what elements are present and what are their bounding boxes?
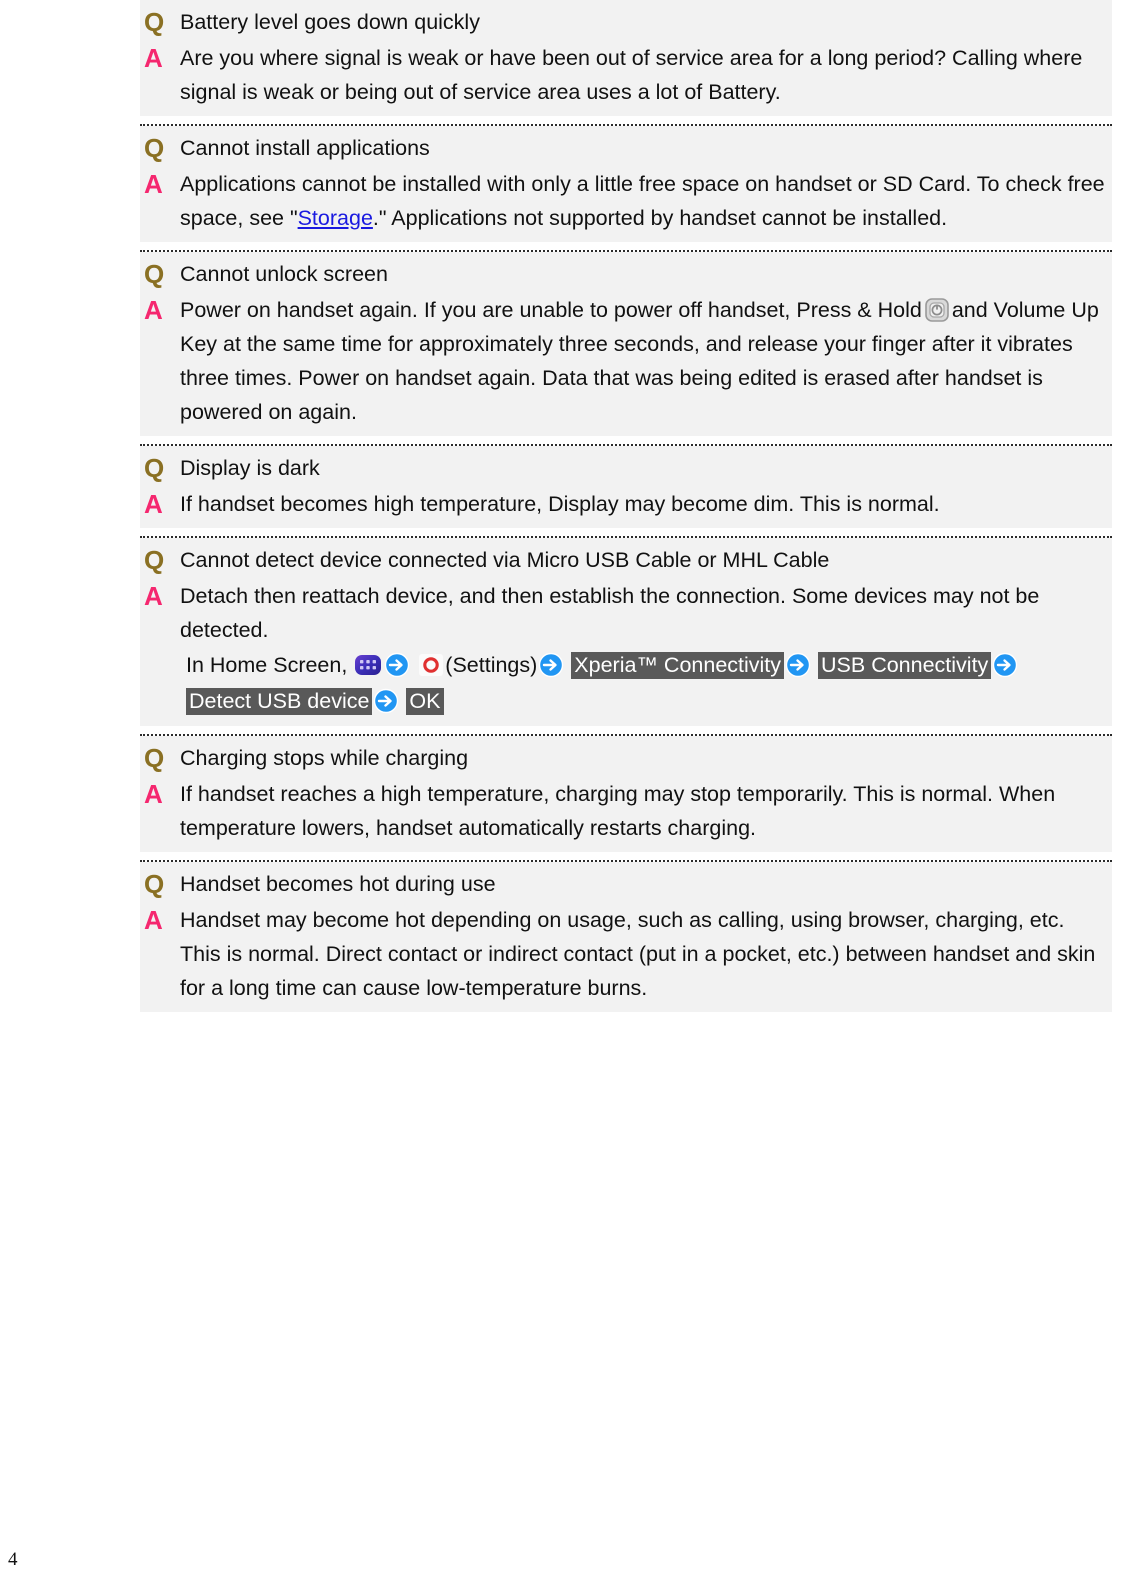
- menu-path: In Home Screen, (Settings) Xperia™ Conne…: [180, 647, 1108, 719]
- answer-text: Applications cannot be installed with on…: [180, 167, 1112, 235]
- document-page: Q Battery level goes down quickly A Are …: [0, 0, 1124, 1587]
- question-marker: Q: [144, 453, 165, 483]
- question-marker: Q: [144, 133, 165, 163]
- menu-step-ok[interactable]: OK: [406, 688, 444, 715]
- settings-label: (Settings): [445, 653, 538, 677]
- answer-text: If handset reaches a high temperature, c…: [180, 782, 1056, 840]
- faq-list: Q Battery level goes down quickly A Are …: [140, 0, 1112, 1012]
- faq-item: Q Battery level goes down quickly A Are …: [140, 0, 1112, 116]
- answer-marker: A: [144, 581, 163, 611]
- answer-text-part-2: ." Applications not supported by handset…: [372, 206, 948, 230]
- steps-prefix: In Home Screen,: [186, 653, 348, 677]
- arrow-right-icon: [785, 652, 811, 678]
- answer-marker: A: [144, 905, 163, 935]
- menu-step-detect-usb-device[interactable]: Detect USB device: [185, 688, 373, 715]
- faq-item: Q Cannot install applications A Applicat…: [140, 126, 1112, 242]
- answer-text-part-1: Power on handset again. If you are unabl…: [180, 298, 922, 322]
- answer-text: If handset becomes high temperature, Dis…: [180, 492, 940, 516]
- page-number: 4: [8, 1549, 18, 1570]
- question-text: Cannot detect device connected via Micro…: [180, 548, 830, 572]
- faq-answer-row: A If handset becomes high temperature, D…: [140, 486, 1112, 522]
- question-text: Display is dark: [180, 456, 320, 480]
- power-key-icon: [922, 297, 952, 323]
- answer-marker: A: [144, 169, 163, 199]
- answer-marker: A: [144, 779, 163, 809]
- faq-answer-row: A Handset may become hot depending on us…: [140, 902, 1112, 1006]
- arrow-right-icon: [538, 652, 564, 678]
- question-marker: Q: [144, 7, 165, 37]
- question-marker: Q: [144, 743, 165, 773]
- arrow-right-icon: [384, 652, 410, 678]
- question-marker: Q: [144, 259, 165, 289]
- question-marker: Q: [144, 869, 165, 899]
- question-marker: Q: [144, 545, 165, 575]
- menu-step-xperia-connectivity[interactable]: Xperia™ Connectivity: [571, 652, 785, 679]
- answer-text: Power on handset again. If you are unabl…: [180, 293, 1112, 429]
- faq-question-row: Q Cannot install applications: [140, 130, 1112, 166]
- faq-answer-row: A If handset reaches a high temperature,…: [140, 776, 1112, 846]
- settings-icon: [417, 652, 445, 678]
- faq-answer-row: A Detach then reattach device, and then …: [140, 578, 1112, 720]
- storage-link[interactable]: Storage: [298, 206, 373, 230]
- faq-item: Q Handset becomes hot during use A Hands…: [140, 862, 1112, 1012]
- faq-question-row: Q Handset becomes hot during use: [140, 866, 1112, 902]
- faq-item: Q Charging stops while charging A If han…: [140, 736, 1112, 852]
- answer-text: Are you where signal is weak or have bee…: [180, 46, 1083, 104]
- menu-step-usb-connectivity[interactable]: USB Connectivity: [818, 652, 992, 679]
- question-text: Cannot install applications: [180, 136, 430, 160]
- question-text: Charging stops while charging: [180, 746, 469, 770]
- faq-question-row: Q Battery level goes down quickly: [140, 4, 1112, 40]
- arrow-right-icon: [992, 652, 1018, 678]
- faq-question-row: Q Cannot detect device connected via Mic…: [140, 542, 1112, 578]
- faq-item: Q Cannot unlock screen A Power on handse…: [140, 252, 1112, 436]
- answer-marker: A: [144, 489, 163, 519]
- faq-answer-row: A Applications cannot be installed with …: [140, 166, 1112, 236]
- answer-marker: A: [144, 43, 163, 73]
- question-text: Handset becomes hot during use: [180, 872, 496, 896]
- answer-text: Handset may become hot depending on usag…: [180, 908, 1096, 1000]
- answer-marker: A: [144, 295, 163, 325]
- faq-question-row: Q Charging stops while charging: [140, 740, 1112, 776]
- question-text: Cannot unlock screen: [180, 262, 388, 286]
- arrow-right-icon: [373, 688, 399, 714]
- faq-question-row: Q Display is dark: [140, 450, 1112, 486]
- question-text: Battery level goes down quickly: [180, 10, 480, 34]
- faq-item: Q Display is dark A If handset becomes h…: [140, 446, 1112, 528]
- answer-text-line-1: Detach then reattach device, and then es…: [180, 584, 1040, 642]
- faq-answer-row: A Are you where signal is weak or have b…: [140, 40, 1112, 110]
- faq-item: Q Cannot detect device connected via Mic…: [140, 538, 1112, 726]
- app-drawer-icon: [353, 652, 383, 678]
- faq-question-row: Q Cannot unlock screen: [140, 256, 1112, 292]
- faq-answer-row: A Power on handset again. If you are una…: [140, 292, 1112, 430]
- answer-text: Detach then reattach device, and then es…: [180, 579, 1112, 719]
